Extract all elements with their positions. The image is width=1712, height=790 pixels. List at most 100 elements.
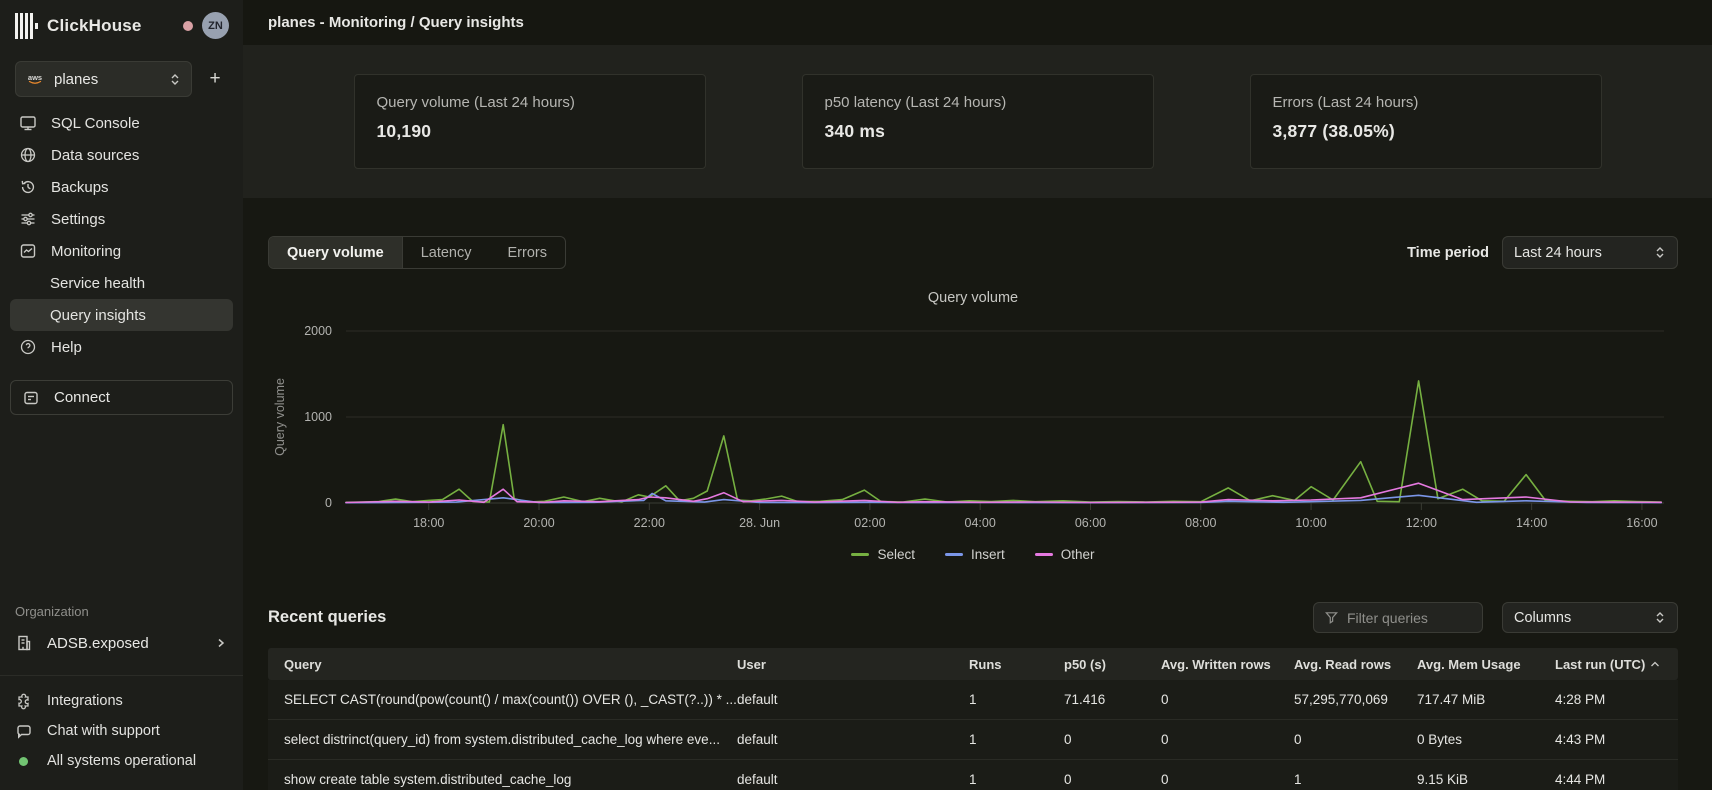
column-header-p50-s[interactable]: p50 (s): [1064, 657, 1161, 672]
tab-errors[interactable]: Errors: [490, 237, 565, 268]
columns-select-label: Columns: [1514, 610, 1571, 626]
svg-text:08:00: 08:00: [1185, 516, 1216, 530]
query-volume-chart: 01000200018:0020:0022:0028. Jun02:0004:0…: [268, 311, 1678, 539]
service-selector[interactable]: aws planes: [15, 61, 192, 97]
notification-dot: [183, 21, 193, 31]
cell-last-run: 4:43 PM: [1555, 732, 1678, 747]
stat-label: Query volume (Last 24 hours): [377, 94, 683, 111]
svg-text:18:00: 18:00: [413, 516, 444, 530]
status-dot-icon: [15, 757, 34, 766]
filter-queries-box: [1313, 602, 1483, 633]
settings-icon: [19, 210, 38, 228]
table-row[interactable]: select distrinct(query_id) from system.d…: [268, 720, 1678, 760]
table-row[interactable]: SELECT CAST(round(pow(count() / max(coun…: [268, 680, 1678, 720]
sidebar-item-sql-console[interactable]: SQL Console: [10, 107, 233, 139]
filter-queries-input[interactable]: [1347, 610, 1462, 626]
tab-query-volume[interactable]: Query volume: [269, 237, 403, 268]
legend-label: Select: [877, 547, 915, 562]
columns-select[interactable]: Columns: [1502, 602, 1678, 633]
cell-user: default: [737, 692, 969, 707]
page-header: planes - Monitoring / Query insights: [243, 0, 1712, 45]
svg-text:2000: 2000: [304, 324, 332, 338]
sidebar-item-all-systems-operational[interactable]: All systems operational: [15, 746, 228, 776]
column-header-runs[interactable]: Runs: [969, 657, 1064, 672]
legend-item-select[interactable]: Select: [851, 547, 915, 562]
cell-p50: 0: [1064, 772, 1161, 787]
recent-queries-table: QueryUserRunsp50 (s)Avg. Written rowsAvg…: [268, 648, 1678, 790]
connect-icon: [22, 389, 41, 407]
chart-controls: Query volumeLatencyErrors Time period La…: [268, 236, 1678, 269]
clickhouse-logo-icon: [15, 13, 38, 39]
column-header-last-run-utc[interactable]: Last run (UTC): [1555, 657, 1678, 672]
cell-p50: 71.416: [1064, 692, 1161, 707]
app: ClickHouse ZN aws planes + SQL Console Da…: [0, 0, 1712, 790]
legend-swatch: [1035, 553, 1053, 556]
cell-written-rows: 0: [1161, 772, 1294, 787]
sidebar-item-settings[interactable]: Settings: [10, 203, 233, 235]
sidebar-item-label: All systems operational: [47, 753, 196, 769]
connect-button[interactable]: Connect: [10, 380, 233, 415]
chart-legend: Select Insert Other: [268, 547, 1678, 562]
sidebar-item-integrations[interactable]: Integrations: [15, 686, 228, 716]
organization-section: Organization ADSB.exposed: [0, 604, 243, 659]
data-sources-icon: [19, 146, 38, 164]
table-row[interactable]: show create table system.distributed_cac…: [268, 760, 1678, 790]
sidebar: ClickHouse ZN aws planes + SQL Console Da…: [0, 0, 243, 790]
column-header-avg-mem-usage[interactable]: Avg. Mem Usage: [1417, 657, 1555, 672]
sidebar-item-label: SQL Console: [51, 115, 140, 132]
cell-query: show create table system.distributed_cac…: [284, 772, 737, 787]
stat-label: p50 latency (Last 24 hours): [825, 94, 1131, 111]
sidebar-item-backups[interactable]: Backups: [10, 171, 233, 203]
chart-tabs: Query volumeLatencyErrors: [268, 236, 566, 269]
column-header-query[interactable]: Query: [284, 657, 737, 672]
svg-text:02:00: 02:00: [854, 516, 885, 530]
sidebar-item-monitoring[interactable]: Monitoring: [10, 235, 233, 267]
sort-asc-icon: [1650, 661, 1660, 668]
recent-queries-title: Recent queries: [268, 608, 386, 627]
column-header-user[interactable]: User: [737, 657, 969, 672]
sidebar-item-label: Settings: [51, 211, 105, 228]
organization-item[interactable]: ADSB.exposed: [15, 627, 228, 659]
recent-queries-header: Recent queries Columns: [268, 602, 1678, 633]
time-period-select[interactable]: Last 24 hours: [1502, 236, 1678, 269]
sidebar-item-service-health[interactable]: Service health: [10, 267, 233, 299]
avatar[interactable]: ZN: [202, 12, 229, 39]
add-service-button[interactable]: +: [202, 68, 228, 90]
sidebar-item-help[interactable]: Help: [10, 331, 233, 363]
building-icon: [15, 634, 34, 652]
tab-latency[interactable]: Latency: [403, 237, 490, 268]
svg-text:14:00: 14:00: [1516, 516, 1547, 530]
column-header-avg-read-rows[interactable]: Avg. Read rows: [1294, 657, 1417, 672]
service-row: aws planes +: [0, 61, 243, 97]
chart-title: Query volume: [268, 290, 1678, 306]
sidebar-item-chat-with-support[interactable]: Chat with support: [15, 716, 228, 746]
column-header-avg-written-rows[interactable]: Avg. Written rows: [1161, 657, 1294, 672]
svg-text:20:00: 20:00: [523, 516, 554, 530]
sidebar-item-data-sources[interactable]: Data sources: [10, 139, 233, 171]
cell-read-rows: 0: [1294, 732, 1417, 747]
legend-label: Other: [1061, 547, 1095, 562]
stat-value: 10,190: [377, 121, 683, 142]
sidebar-item-query-insights[interactable]: Query insights: [10, 299, 233, 331]
svg-text:04:00: 04:00: [965, 516, 996, 530]
svg-text:06:00: 06:00: [1075, 516, 1106, 530]
backups-icon: [19, 178, 38, 196]
sidebar-item-label: Data sources: [51, 147, 139, 164]
legend-item-insert[interactable]: Insert: [945, 547, 1005, 562]
sidebar-item-label: Chat with support: [47, 723, 160, 739]
sidebar-top: ClickHouse ZN: [0, 0, 243, 39]
main: planes - Monitoring / Query insights Que…: [243, 0, 1712, 790]
legend-item-other[interactable]: Other: [1035, 547, 1095, 562]
sql-console-icon: [19, 114, 38, 132]
svg-text:Query volume: Query volume: [273, 378, 287, 456]
legend-label: Insert: [971, 547, 1005, 562]
chevron-up-down-icon: [169, 73, 181, 86]
cell-mem-usage: 0 Bytes: [1417, 732, 1555, 747]
cell-read-rows: 1: [1294, 772, 1417, 787]
sidebar-item-label: Query insights: [50, 307, 146, 324]
svg-text:28. Jun: 28. Jun: [739, 516, 780, 530]
connect-label: Connect: [54, 389, 110, 406]
sidebar-item-label: Integrations: [47, 693, 123, 709]
cell-user: default: [737, 732, 969, 747]
cell-query: SELECT CAST(round(pow(count() / max(coun…: [284, 692, 737, 707]
